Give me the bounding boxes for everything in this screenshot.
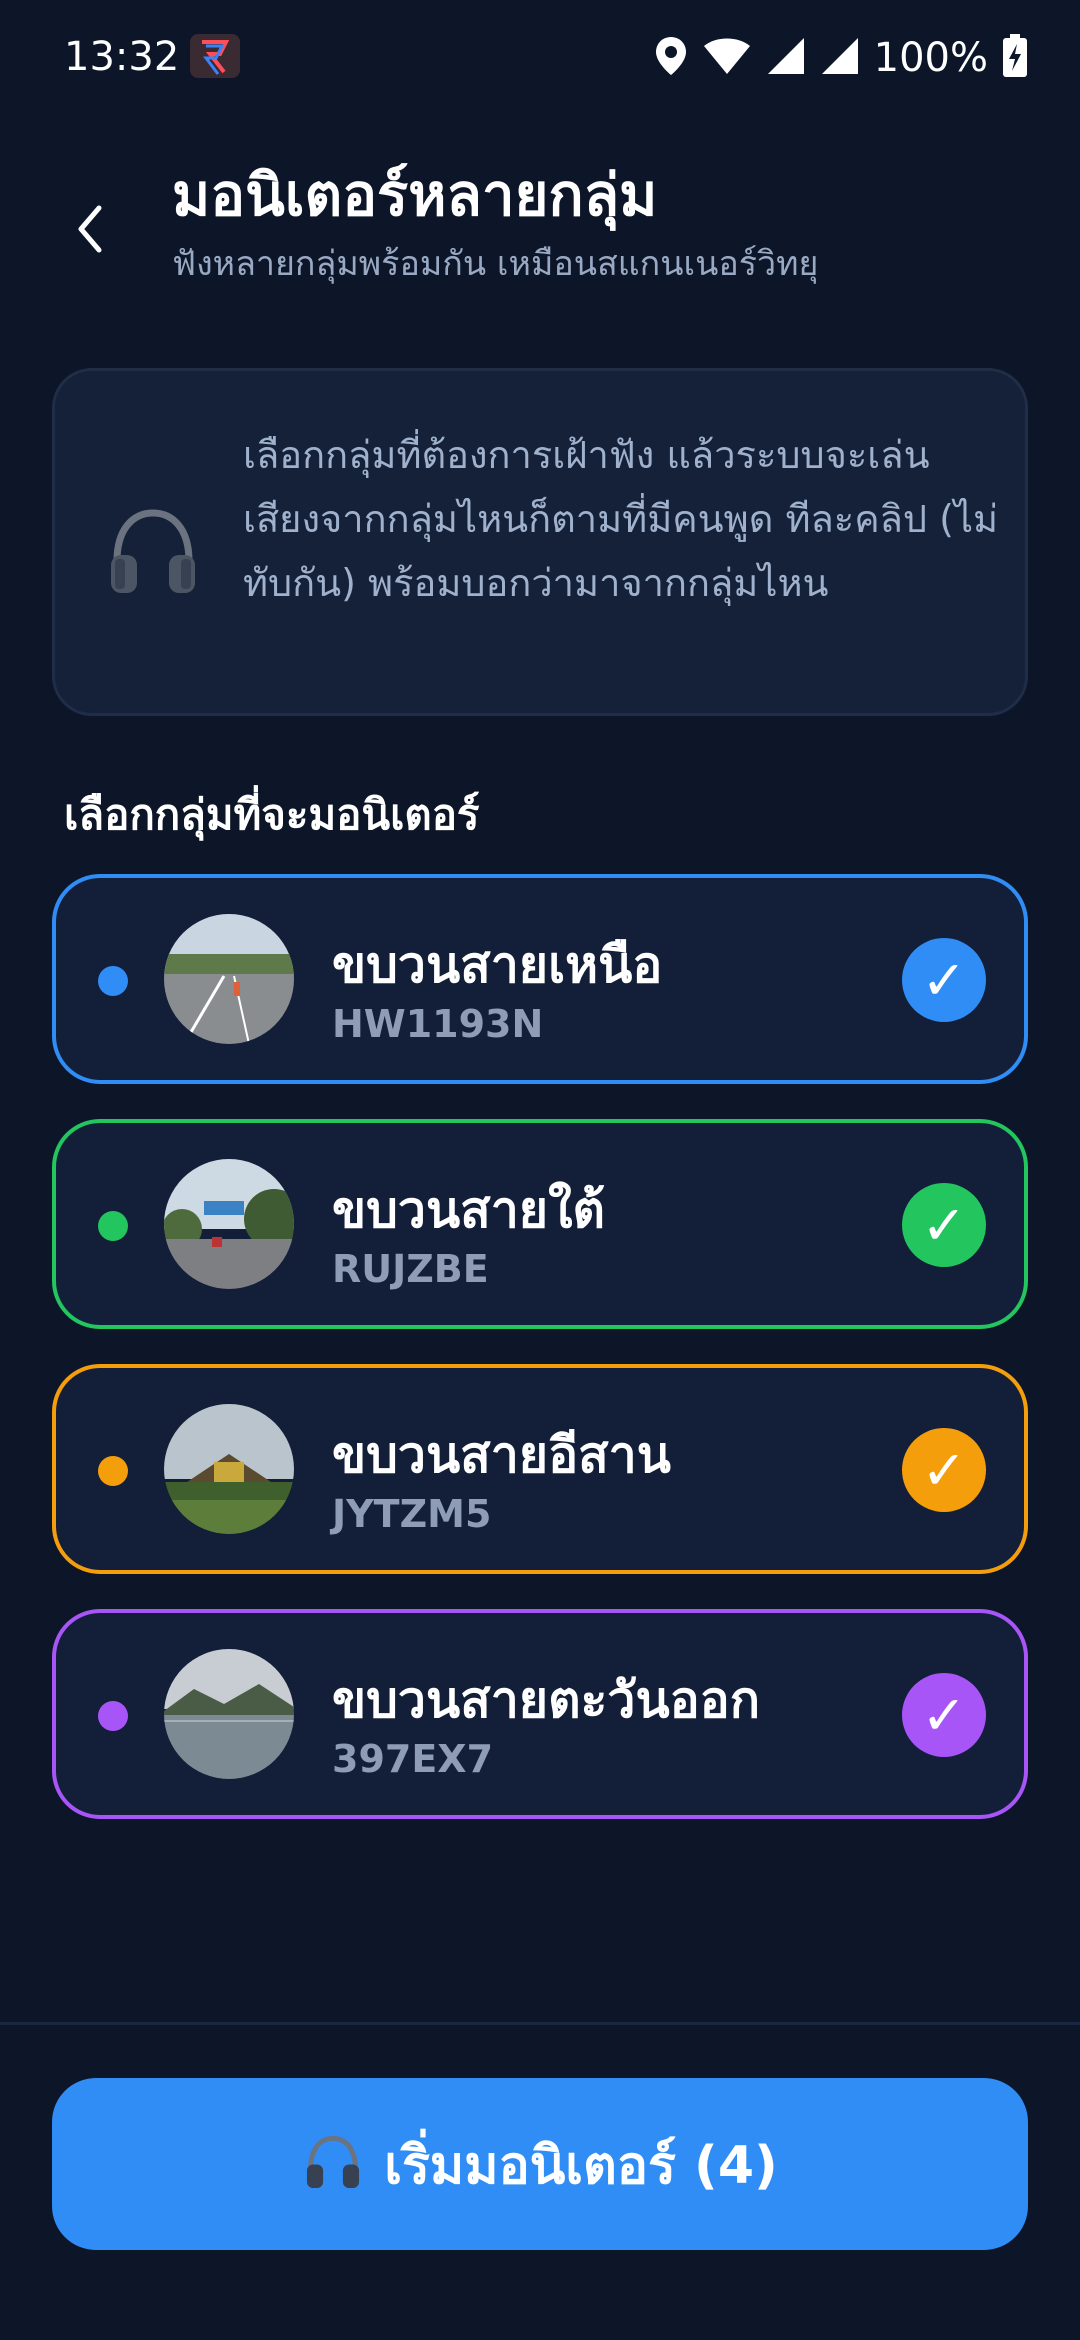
group-avatar xyxy=(164,1159,294,1289)
group-code: RUJZBE xyxy=(332,1247,489,1291)
group-card-northeast[interactable]: ขบวนสายอีสาน JYTZM5 ✓ xyxy=(52,1364,1028,1574)
group-color-dot xyxy=(98,1456,128,1486)
group-name: ขบวนสายใต้ xyxy=(332,1181,605,1239)
signal-icon xyxy=(766,36,806,80)
app-icon xyxy=(190,34,240,78)
headphones-icon xyxy=(103,501,203,601)
info-card: เลือกกลุ่มที่ต้องการเฝ้าฟัง แล้วระบบจะเล… xyxy=(52,368,1028,716)
check-icon[interactable]: ✓ xyxy=(902,1183,986,1267)
group-name: ขบวนสายอีสาน xyxy=(332,1426,671,1484)
page-title: มอนิเตอร์หลายกลุ่ม xyxy=(172,161,658,229)
group-avatar xyxy=(164,914,294,1044)
group-card-east[interactable]: ขบวนสายตะวันออก 397EX7 ✓ xyxy=(52,1609,1028,1819)
group-color-dot xyxy=(98,1211,128,1241)
group-avatar xyxy=(164,1649,294,1779)
status-time: 13:32 xyxy=(64,34,180,80)
group-color-dot xyxy=(98,1701,128,1731)
group-name: ขบวนสายตะวันออก xyxy=(332,1671,760,1729)
group-code: HW1193N xyxy=(332,1002,544,1046)
start-monitor-label: เริ่มมอนิเตอร์ (4) xyxy=(384,2135,778,2196)
wifi-icon xyxy=(702,36,752,80)
check-icon[interactable]: ✓ xyxy=(902,1673,986,1757)
group-name: ขบวนสายเหนือ xyxy=(332,936,663,994)
group-card-south[interactable]: ขบวนสายใต้ RUJZBE ✓ xyxy=(52,1119,1028,1329)
chevron-left-icon xyxy=(75,204,105,258)
status-bar: 13:32 100% xyxy=(0,0,1080,116)
start-monitor-button[interactable]: เริ่มมอนิเตอร์ (4) xyxy=(52,2078,1028,2250)
signal-icon xyxy=(820,36,860,80)
group-card-north[interactable]: ขบวนสายเหนือ HW1193N ✓ xyxy=(52,874,1028,1084)
location-icon xyxy=(654,35,688,81)
page-subtitle: ฟังหลายกลุ่มพร้อมกัน เหมือนสแกนเนอร์วิทย… xyxy=(172,244,819,284)
group-color-dot xyxy=(98,966,128,996)
section-label: เลือกกลุ่มที่จะมอนิเตอร์ xyxy=(64,790,480,839)
headphones-icon xyxy=(302,2131,364,2197)
group-code: JYTZM5 xyxy=(332,1492,492,1536)
group-avatar xyxy=(164,1404,294,1534)
status-icons: 100% xyxy=(654,30,1028,86)
check-icon[interactable]: ✓ xyxy=(902,1428,986,1512)
battery-charging-icon xyxy=(1002,34,1028,82)
battery-percent: 100% xyxy=(873,35,988,81)
bottom-divider xyxy=(0,2022,1080,2025)
group-code: 397EX7 xyxy=(332,1737,494,1781)
info-text: เลือกกลุ่มที่ต้องการเฝ้าฟัง แล้วระบบจะเล… xyxy=(243,433,999,605)
check-icon[interactable]: ✓ xyxy=(902,938,986,1022)
back-button[interactable] xyxy=(60,196,120,266)
